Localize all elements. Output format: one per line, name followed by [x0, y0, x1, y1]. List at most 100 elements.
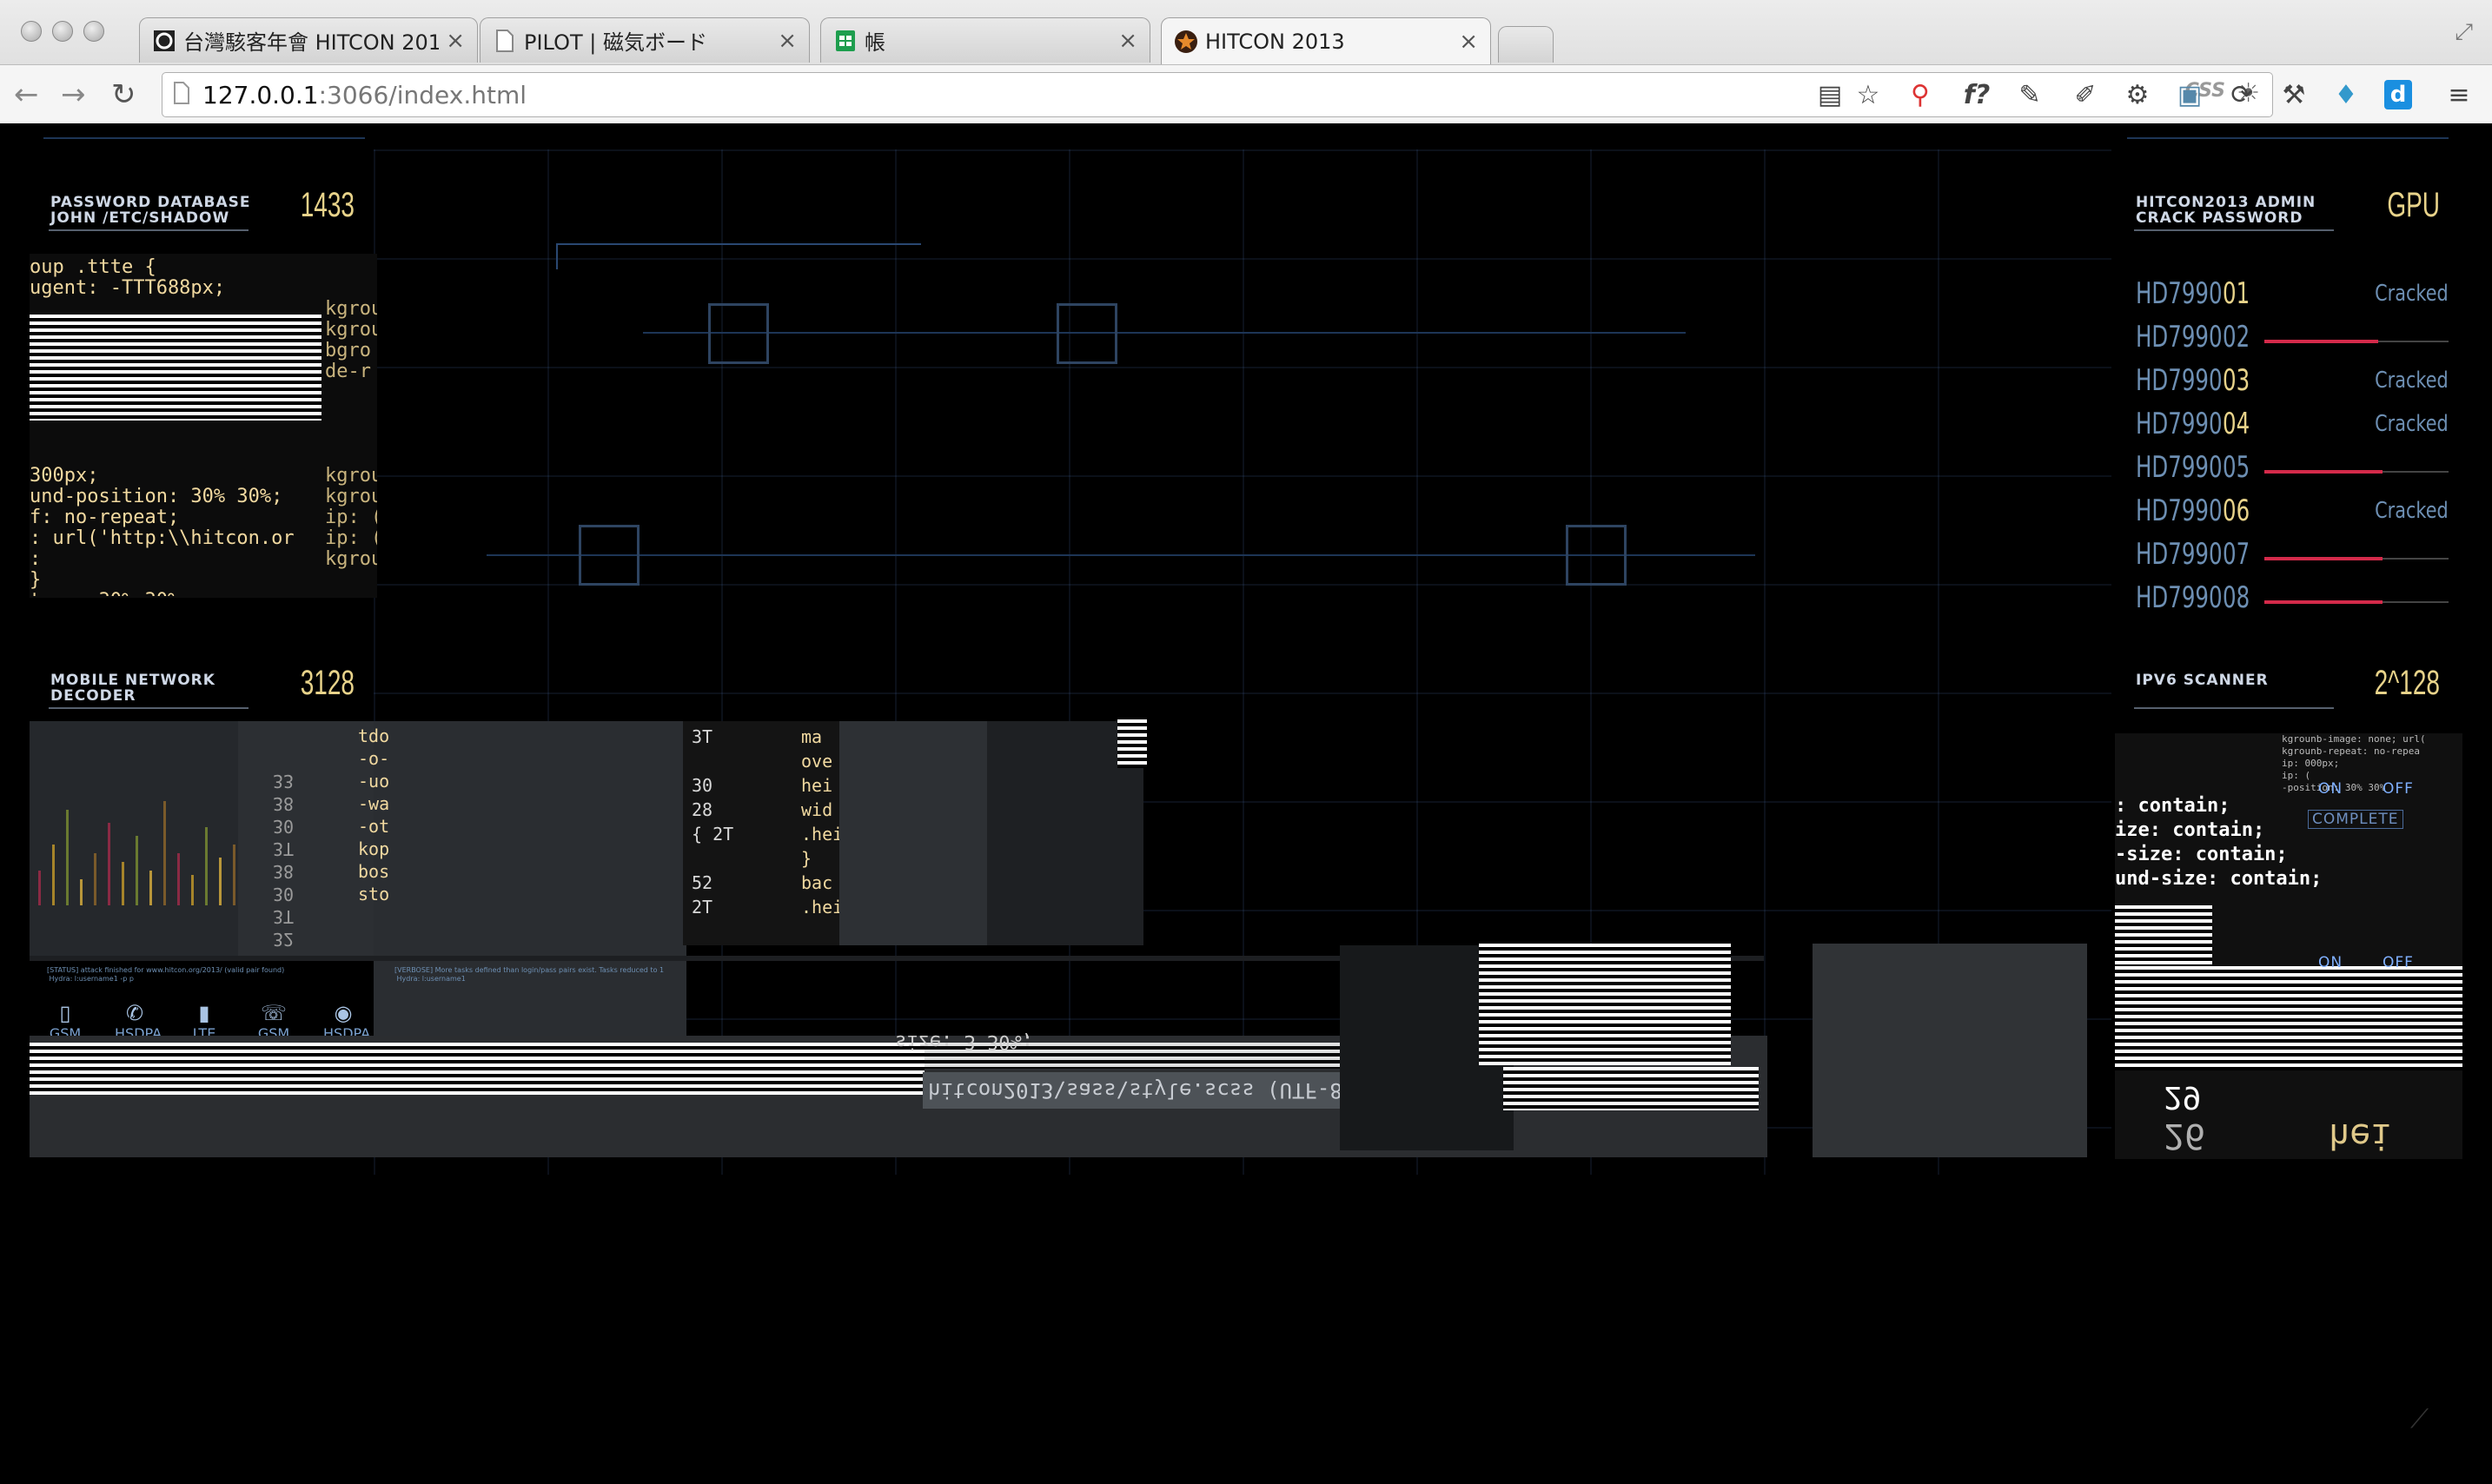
gpu-status: Cracked	[2375, 368, 2449, 394]
spectrum-bar	[52, 845, 55, 905]
target-bracket	[579, 525, 640, 586]
spectrum-bar	[233, 845, 235, 905]
gpu-progress-bar	[2264, 557, 2449, 560]
gpu-number: 08	[2223, 580, 2250, 615]
tab-sheets[interactable]: 帳 ×	[820, 17, 1150, 63]
resize-corner-icon[interactable]: ⟋	[2410, 1404, 2429, 1434]
hitcon-logo-icon	[152, 29, 176, 53]
gpu-name: HD7990	[2136, 537, 2223, 572]
close-window-button[interactable]	[21, 21, 42, 42]
divider	[49, 229, 249, 231]
back-arrow-icon[interactable]: ←	[14, 77, 39, 112]
sheets-icon	[833, 29, 858, 53]
tab-hitcon-2013[interactable]: HITCON 2013 ×	[1161, 17, 1491, 64]
ipv6-complete-status: COMPLETE	[2308, 810, 2403, 829]
font-finder-icon[interactable]: f?	[1955, 77, 1998, 112]
url-text[interactable]: 127.0.0.1:3066/index.html	[202, 81, 527, 109]
tab-hitcon-tw[interactable]: 台灣駭客年會 HITCON 2013 ×	[139, 17, 478, 63]
ipv6-off-toggle-2[interactable]: OFF	[2383, 954, 2414, 971]
gpu-number: 01	[2223, 276, 2250, 311]
ipv6-digits-3: 29	[2164, 1079, 2202, 1114]
gpu-name: HD7990	[2136, 320, 2223, 354]
gpu-progress-bar	[2264, 600, 2449, 604]
close-tab-icon[interactable]: ×	[446, 28, 465, 54]
close-tab-icon[interactable]: ×	[1459, 29, 1478, 55]
spectrum-bar	[80, 879, 83, 905]
status-log-2: [VERBOSE] More tasks defined than login/…	[394, 966, 665, 983]
gpu-name: HD7990	[2136, 407, 2223, 441]
browser-chrome: 台灣駭客年會 HITCON 2013 × PILOT | 磁気ボード × 帳 ×…	[0, 0, 2492, 123]
divider	[2134, 707, 2334, 709]
eyedropper-icon[interactable]: ✎	[2012, 77, 2047, 112]
gpu-name: HD7990	[2136, 450, 2223, 485]
panel-number-mobile: 3128	[300, 664, 355, 702]
spectrum-bar	[122, 862, 124, 905]
pen-tool-icon[interactable]: ✐	[2068, 77, 2103, 112]
phone-device-icon: ▯	[59, 1001, 71, 1025]
code-text-password: oup .ttte { ugent: -TTT688px; 300px; und…	[30, 257, 295, 596]
star-badge-icon	[1174, 30, 1198, 54]
gpu-name: HD7990	[2136, 494, 2223, 528]
gpu-number: 05	[2223, 450, 2250, 485]
ipv6-digits-2: hei	[2329, 1116, 2392, 1156]
minimize-window-button[interactable]	[52, 21, 73, 42]
signal-phone-icon: ☏	[260, 1001, 287, 1025]
gpu-row: HD7990 03 Cracked	[2136, 363, 2449, 398]
status-log-1: [STATUS] attack finished for www.hitcon.…	[47, 966, 285, 983]
mobile-device-icon: ▮	[198, 1001, 210, 1025]
tab-title: HITCON 2013	[1205, 29, 1345, 54]
gpu-row: HD7990 08	[2136, 580, 2449, 615]
handset-icon: ✆	[125, 1001, 144, 1025]
sync-icon[interactable]: ⟳	[2224, 77, 2259, 112]
spectrum-bar	[94, 853, 96, 905]
gpu-status: Cracked	[2375, 281, 2449, 307]
gpu-status: Cracked	[2375, 498, 2449, 524]
new-tab-button[interactable]	[1498, 26, 1554, 63]
panel-number-gpu: GPU	[2387, 186, 2440, 224]
ipv6-off-toggle[interactable]: OFF	[2383, 780, 2414, 798]
spectrum-bar	[108, 823, 110, 905]
gear-icon[interactable]: ⚙	[2120, 77, 2155, 112]
gpu-status: Cracked	[2375, 411, 2449, 437]
close-tab-icon[interactable]: ×	[1118, 28, 1137, 54]
reload-icon[interactable]: ↻	[111, 77, 136, 112]
fullscreen-icon[interactable]: ⤢	[2455, 19, 2473, 46]
bookmark-star-icon[interactable]: ☆	[1851, 77, 1886, 112]
gpu-progress-fill	[2264, 600, 2383, 604]
tab-title: PILOT | 磁気ボード	[524, 30, 707, 55]
map-pin-icon[interactable]: ⚲	[1903, 77, 1938, 112]
close-tab-icon[interactable]: ×	[778, 28, 797, 54]
code-text-password-side: kgrou kgrou bgro de-r kgrou kgrou ip: ( …	[325, 298, 377, 570]
gpu-progress-bar	[2264, 340, 2449, 343]
glitch-stripes	[1503, 1067, 1759, 1110]
zoom-window-button[interactable]	[83, 21, 104, 42]
panel-number-ipv6: 2^128	[2374, 664, 2440, 702]
gpu-progress-fill	[2264, 340, 2379, 343]
d-extension-icon[interactable]: d	[2381, 77, 2416, 112]
file-status-bar: hitcon2013\sass\style.scss (UTF-8)	[923, 1072, 1366, 1109]
tab-pilot[interactable]: PILOT | 磁気ボード ×	[480, 17, 810, 63]
gpu-number: 07	[2223, 537, 2250, 572]
right-grey-block	[1813, 944, 2087, 1157]
divider	[2134, 229, 2334, 231]
menu-icon[interactable]: ≡	[2442, 77, 2476, 112]
divider	[556, 243, 558, 269]
gpu-row: HD7990 05	[2136, 450, 2449, 485]
ipv6-on-toggle[interactable]: ON	[2318, 780, 2343, 798]
target-bracket	[1057, 303, 1117, 364]
spectrum-bar	[191, 875, 194, 905]
ipv6-on-toggle-2[interactable]: ON	[2318, 954, 2343, 971]
gpu-name: HD7990	[2136, 580, 2223, 615]
code-mid-1: 32 3T 30 38 3T 30 38 33	[273, 771, 295, 950]
footer-code: size: 3 30%;	[895, 1030, 1033, 1051]
window-icon[interactable]: ▣	[2172, 77, 2207, 112]
target-bracket	[708, 303, 769, 364]
rss-icon[interactable]: ▤	[1813, 77, 1847, 112]
spectrum-bar	[163, 801, 166, 905]
code-grey-block	[839, 721, 987, 945]
water-drop-icon[interactable]: ♦	[2329, 77, 2363, 112]
gpu-progress-fill	[2264, 470, 2383, 474]
gpu-progress-bar	[2264, 470, 2449, 474]
wrench-icon[interactable]: ⚒	[2277, 77, 2311, 112]
forward-arrow-icon[interactable]: →	[61, 77, 86, 112]
